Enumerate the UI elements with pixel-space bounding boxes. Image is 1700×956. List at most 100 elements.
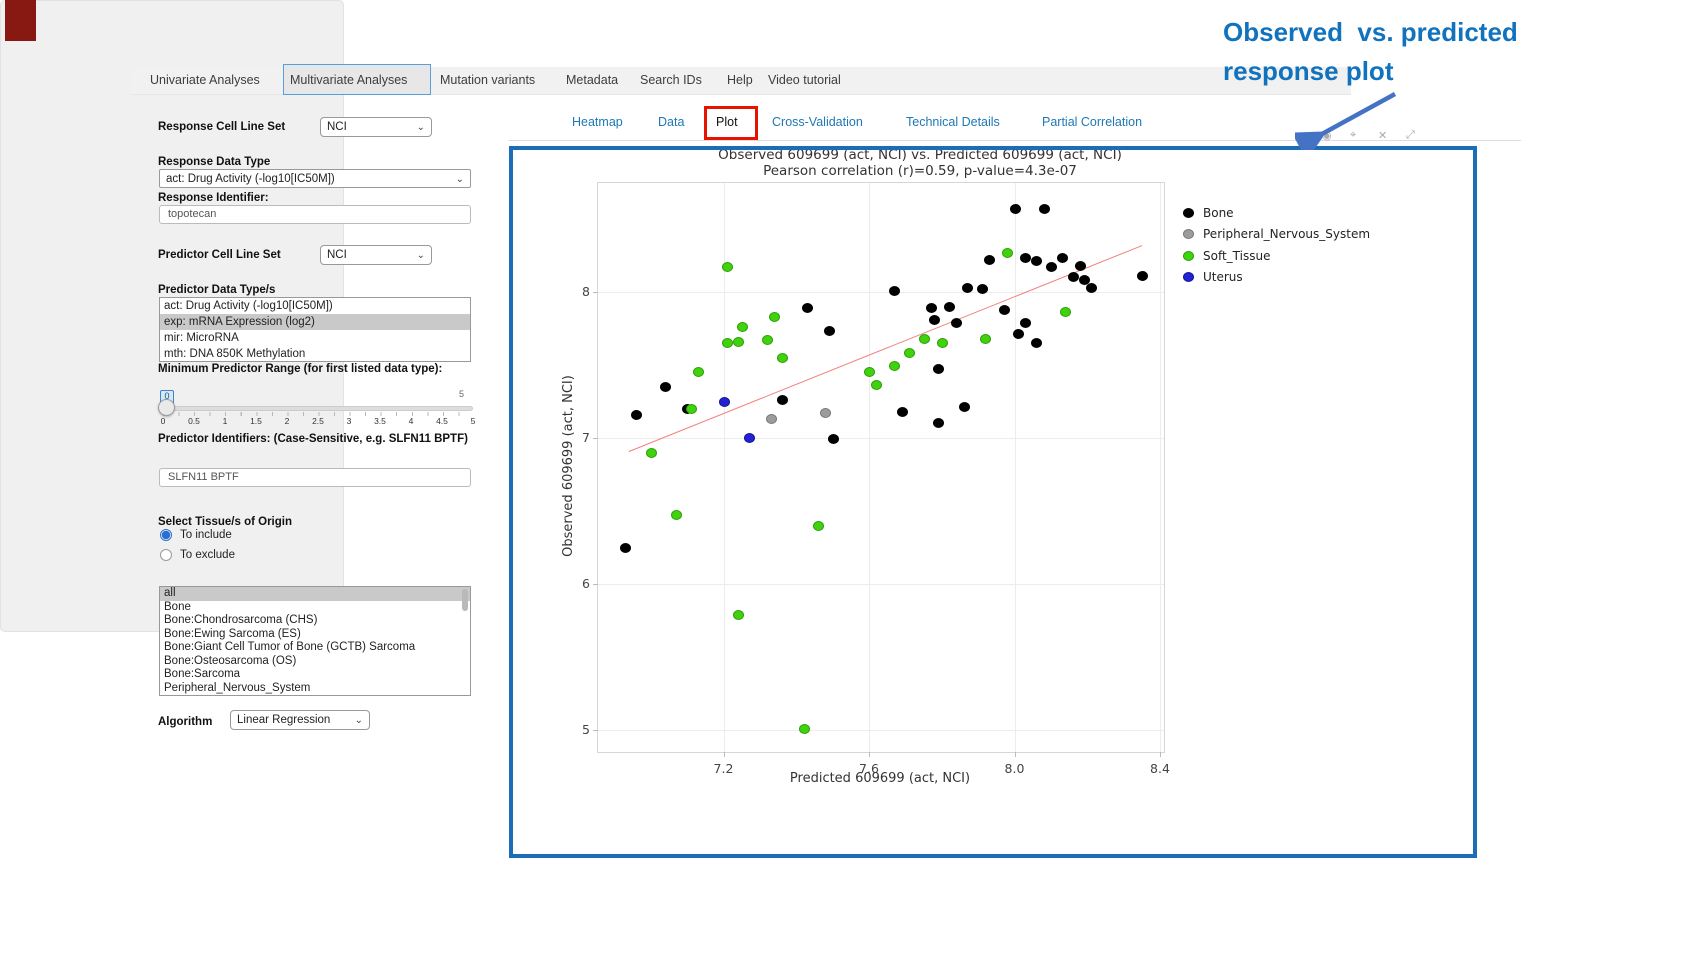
- algorithm-select[interactable]: Linear Regression ⌄: [230, 710, 370, 730]
- nav-tab-video-tutorial[interactable]: Video tutorial: [768, 73, 841, 87]
- nav-tab-search-ids[interactable]: Search IDs: [640, 73, 702, 87]
- data-point-bone[interactable]: [926, 303, 937, 313]
- data-point-bone[interactable]: [1020, 318, 1031, 328]
- tissue-listbox[interactable]: allBoneBone:Chondrosarcoma (CHS)Bone:Ewi…: [159, 586, 471, 696]
- tissue-option[interactable]: Bone:Chondrosarcoma (CHS): [160, 614, 470, 628]
- data-point-soft_tissue[interactable]: [693, 367, 704, 377]
- min-predictor-range-slider[interactable]: [160, 406, 473, 411]
- legend-item[interactable]: Soft_Tissue: [1183, 245, 1370, 267]
- data-point-bone[interactable]: [962, 283, 973, 293]
- data-point-bone[interactable]: [933, 418, 944, 428]
- data-point-soft_tissue[interactable]: [864, 367, 875, 377]
- response-identifier-input[interactable]: topotecan: [159, 205, 471, 224]
- data-point-bone[interactable]: [828, 434, 839, 444]
- tissue-option[interactable]: Bone:Sarcoma: [160, 668, 470, 682]
- predictor-data-type-option[interactable]: mir: MicroRNA: [160, 330, 470, 346]
- nav-tab-metadata[interactable]: Metadata: [566, 73, 618, 87]
- data-point-bone[interactable]: [777, 395, 788, 405]
- data-point-soft_tissue[interactable]: [937, 338, 948, 348]
- autoscale-icon[interactable]: ⤢: [1406, 129, 1415, 142]
- data-point-bone[interactable]: [1057, 253, 1068, 263]
- tab-cross-validation[interactable]: Cross-Validation: [772, 115, 863, 129]
- data-point-soft_tissue[interactable]: [813, 521, 824, 531]
- scrollbar-thumb[interactable]: [462, 589, 468, 611]
- data-point-soft_tissue[interactable]: [871, 380, 882, 390]
- data-point-soft_tissue[interactable]: [904, 348, 915, 358]
- predictor-data-types-listbox[interactable]: act: Drug Activity (-log10[IC50M])exp: m…: [159, 297, 471, 362]
- data-point-soft_tissue[interactable]: [733, 337, 744, 347]
- to-exclude-radio[interactable]: [160, 549, 172, 561]
- response-cell-line-set-select[interactable]: NCI ⌄: [320, 117, 432, 137]
- data-point-bone[interactable]: [1086, 283, 1097, 293]
- data-point-bone[interactable]: [1137, 271, 1148, 281]
- data-point-bone[interactable]: [802, 303, 813, 313]
- data-point-soft_tissue[interactable]: [919, 334, 930, 344]
- legend-item[interactable]: Bone: [1183, 202, 1370, 224]
- predictor-data-type-option[interactable]: exp: mRNA Expression (log2): [160, 314, 470, 330]
- predictor-cell-line-set-select[interactable]: NCI ⌄: [320, 245, 432, 265]
- data-point-bone[interactable]: [1031, 338, 1042, 348]
- data-point-bone[interactable]: [660, 382, 671, 392]
- data-point-bone[interactable]: [824, 326, 835, 336]
- data-point-bone[interactable]: [933, 364, 944, 374]
- data-point-soft_tissue[interactable]: [799, 724, 810, 734]
- data-point-bone[interactable]: [889, 286, 900, 296]
- data-point-soft_tissue[interactable]: [1002, 248, 1013, 258]
- tissue-option[interactable]: Bone:Giant Cell Tumor of Bone (GCTB) Sar…: [160, 641, 470, 655]
- tab-technical-details[interactable]: Technical Details: [906, 115, 1000, 129]
- tab-data[interactable]: Data: [658, 115, 684, 129]
- data-point-bone[interactable]: [1075, 261, 1086, 271]
- data-point-bone[interactable]: [984, 255, 995, 265]
- data-point-soft_tissue[interactable]: [1060, 307, 1071, 317]
- data-point-bone[interactable]: [1020, 253, 1031, 263]
- data-point-bone[interactable]: [1039, 204, 1050, 214]
- tissue-option[interactable]: Bone: [160, 601, 470, 615]
- scatter-plot-panel[interactable]: 7.27.68.08.45678: [597, 182, 1165, 753]
- slider-handle[interactable]: [158, 399, 175, 416]
- data-point-bone[interactable]: [1031, 256, 1042, 266]
- data-point-bone[interactable]: [1068, 272, 1079, 282]
- data-point-peripheral_nervous_system[interactable]: [766, 414, 777, 424]
- data-point-bone[interactable]: [977, 284, 988, 294]
- data-point-soft_tissue[interactable]: [686, 404, 697, 414]
- data-point-bone[interactable]: [897, 407, 908, 417]
- tab-partial-correlation[interactable]: Partial Correlation: [1042, 115, 1142, 129]
- nav-tab-multivariate-analyses[interactable]: Multivariate Analyses: [290, 73, 407, 87]
- data-point-bone[interactable]: [1010, 204, 1021, 214]
- legend-item[interactable]: Peripheral_Nervous_System: [1183, 224, 1370, 246]
- data-point-soft_tissue[interactable]: [671, 510, 682, 520]
- data-point-soft_tissue[interactable]: [889, 361, 900, 371]
- tissue-option[interactable]: Bone:Ewing Sarcoma (ES): [160, 628, 470, 642]
- predictor-data-type-option[interactable]: act: Drug Activity (-log10[IC50M]): [160, 298, 470, 314]
- predictor-data-type-option[interactable]: mth: DNA 850K Methylation: [160, 346, 470, 362]
- nav-tab-univariate-analyses[interactable]: Univariate Analyses: [150, 73, 260, 87]
- data-point-bone[interactable]: [959, 402, 970, 412]
- data-point-soft_tissue[interactable]: [737, 322, 748, 332]
- data-point-bone[interactable]: [1046, 262, 1057, 272]
- data-point-soft_tissue[interactable]: [980, 334, 991, 344]
- data-point-peripheral_nervous_system[interactable]: [820, 408, 831, 418]
- data-point-bone[interactable]: [1013, 329, 1024, 339]
- data-point-uterus[interactable]: [744, 433, 755, 443]
- data-point-bone[interactable]: [944, 302, 955, 312]
- data-point-bone[interactable]: [929, 315, 940, 325]
- data-point-soft_tissue[interactable]: [769, 312, 780, 322]
- tissue-option[interactable]: Peripheral_Nervous_System: [160, 682, 470, 696]
- data-point-bone[interactable]: [620, 543, 631, 553]
- data-point-uterus[interactable]: [719, 397, 730, 407]
- data-point-soft_tissue[interactable]: [777, 353, 788, 363]
- data-point-bone[interactable]: [951, 318, 962, 328]
- legend-item[interactable]: Uterus: [1183, 267, 1370, 289]
- data-point-soft_tissue[interactable]: [762, 335, 773, 345]
- response-data-type-select[interactable]: act: Drug Activity (-log10[IC50M]) ⌄: [159, 169, 471, 188]
- data-point-soft_tissue[interactable]: [733, 610, 744, 620]
- nav-tab-mutation-variants[interactable]: Mutation variants: [440, 73, 535, 87]
- data-point-soft_tissue[interactable]: [722, 262, 733, 272]
- tissue-option[interactable]: all: [160, 587, 470, 601]
- data-point-bone[interactable]: [999, 305, 1010, 315]
- tissue-option[interactable]: Bone:Osteosarcoma (OS): [160, 655, 470, 669]
- data-point-soft_tissue[interactable]: [722, 338, 733, 348]
- to-include-radio[interactable]: [160, 529, 172, 541]
- data-point-soft_tissue[interactable]: [646, 448, 657, 458]
- data-point-bone[interactable]: [631, 410, 642, 420]
